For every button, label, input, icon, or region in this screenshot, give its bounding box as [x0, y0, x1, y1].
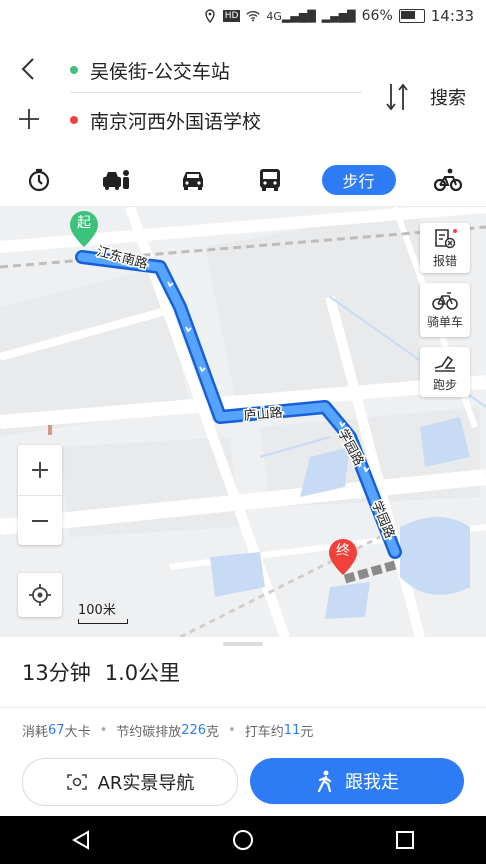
taxi-value: 11 — [283, 723, 301, 738]
scale-label: 100米 — [78, 603, 116, 618]
destination-text: 南京河西外国语学校 — [90, 110, 262, 133]
sheet-handle[interactable] — [223, 642, 263, 646]
route-panel: 吴侯街-公交车站 南京河西外国语学校 搜索 — [0, 34, 486, 154]
bus-icon — [259, 169, 280, 191]
bike-icon — [433, 168, 462, 192]
tab-taxi[interactable] — [91, 164, 141, 196]
destination-dot — [70, 116, 78, 124]
route-summary: 13分钟 1.0公里 — [22, 657, 194, 687]
zoom-out-button[interactable] — [18, 496, 62, 546]
map-scale: 100米 — [78, 599, 128, 624]
destination-field[interactable]: 南京河西外国语学校 — [70, 98, 362, 142]
bike-share-button[interactable]: 骑单车 — [420, 283, 470, 337]
taxi-prefix: 打车约 — [244, 725, 284, 740]
triangle-back-icon — [71, 830, 89, 850]
nav-recents-button[interactable] — [390, 825, 420, 855]
origin-text: 吴侯街-公交车站 — [90, 60, 230, 83]
origin-dot — [70, 66, 78, 74]
minus-icon — [32, 520, 48, 522]
plus-icon — [32, 462, 48, 478]
battery-percent: 66% — [361, 8, 393, 24]
tab-bike[interactable] — [423, 164, 473, 196]
divider — [0, 707, 486, 708]
location-icon — [205, 9, 215, 23]
end-pin[interactable]: 终 — [327, 537, 359, 577]
ar-navigation-button[interactable]: AR实景导航 — [22, 758, 238, 806]
separator-dot: • — [99, 723, 108, 738]
back-arrow-icon[interactable] — [16, 56, 42, 82]
signal-icon: ▂▄▆█ — [321, 9, 356, 23]
walking-person-icon — [317, 770, 332, 792]
tab-timer[interactable] — [14, 164, 64, 196]
bike-share-icon — [432, 291, 458, 310]
run-label: 跑步 — [432, 377, 457, 392]
run-icon — [434, 355, 455, 372]
map-view[interactable]: 江东南路 庐山路 学园路 学园路 起 终 报错 骑单车 跑步 100米 — [0, 207, 486, 637]
calories-suffix: 大卡 — [64, 725, 91, 740]
nav-back-button[interactable] — [66, 825, 96, 855]
follow-me-button[interactable]: 跟我走 — [250, 758, 464, 804]
add-waypoint-icon[interactable] — [16, 106, 42, 132]
road-label-2: 庐山路 — [243, 405, 283, 423]
transport-mode-tabs: 步行 — [0, 154, 486, 207]
zoom-in-button[interactable] — [18, 445, 62, 496]
search-button[interactable]: 搜索 — [430, 84, 466, 110]
status-bar: HD 4G▂▄▆█ ▂▄▆█ 66% 14:33 — [0, 0, 486, 34]
tab-walk[interactable]: 步行 — [321, 165, 396, 195]
locate-icon — [29, 584, 51, 606]
report-icon — [435, 228, 457, 248]
status-time: 14:33 — [430, 7, 474, 25]
circle-home-icon — [233, 830, 253, 850]
taxi-icon — [102, 170, 129, 190]
square-recents-icon — [396, 831, 414, 849]
hd-icon: HD — [222, 10, 241, 22]
calories-value: 67 — [48, 723, 65, 738]
run-button[interactable]: 跑步 — [420, 347, 470, 397]
wifi-icon — [246, 10, 261, 22]
ar-navigation-label: AR实景导航 — [97, 773, 195, 794]
route-time: 13分钟 — [22, 661, 91, 685]
tab-bus[interactable] — [245, 164, 295, 196]
separator-dot: • — [228, 723, 236, 738]
report-label: 报错 — [432, 253, 457, 268]
follow-me-label: 跟我走 — [345, 772, 399, 793]
carbon-prefix: 节约碳排放 — [116, 725, 182, 740]
system-nav-bar — [0, 816, 486, 864]
timer-icon — [28, 168, 49, 192]
battery-icon — [398, 9, 425, 23]
signal-4g-icon: 4G▂▄▆█ — [266, 9, 316, 23]
route-distance: 1.0公里 — [104, 661, 181, 685]
calories-prefix: 消耗 — [22, 725, 49, 740]
carbon-suffix: 克 — [206, 725, 220, 740]
tab-car[interactable] — [168, 164, 218, 196]
origin-field[interactable]: 吴侯街-公交车站 — [70, 48, 362, 93]
carbon-value: 226 — [181, 723, 207, 738]
scale-bar — [78, 619, 128, 624]
swap-route-icon[interactable] — [382, 80, 412, 114]
start-pin[interactable]: 起 — [68, 209, 100, 249]
locate-button[interactable] — [18, 573, 62, 617]
route-summary-sheet: 13分钟 1.0公里 消耗 67 大卡 • 节约碳排放 226 克 • 打车约 11 元 AR… — [0, 637, 486, 817]
bike-share-label: 骑单车 — [426, 314, 463, 329]
car-icon — [182, 172, 203, 190]
map-base: 江东南路 庐山路 学园路 学园路 — [0, 207, 486, 637]
nav-home-button[interactable] — [228, 825, 258, 855]
report-error-button[interactable]: 报错 — [420, 223, 470, 273]
zoom-control — [18, 445, 62, 545]
ar-camera-icon — [66, 774, 87, 790]
route-stats: 消耗 67 大卡 • 节约碳排放 226 克 • 打车约 11 元 — [22, 721, 313, 740]
taxi-suffix: 元 — [300, 725, 314, 740]
